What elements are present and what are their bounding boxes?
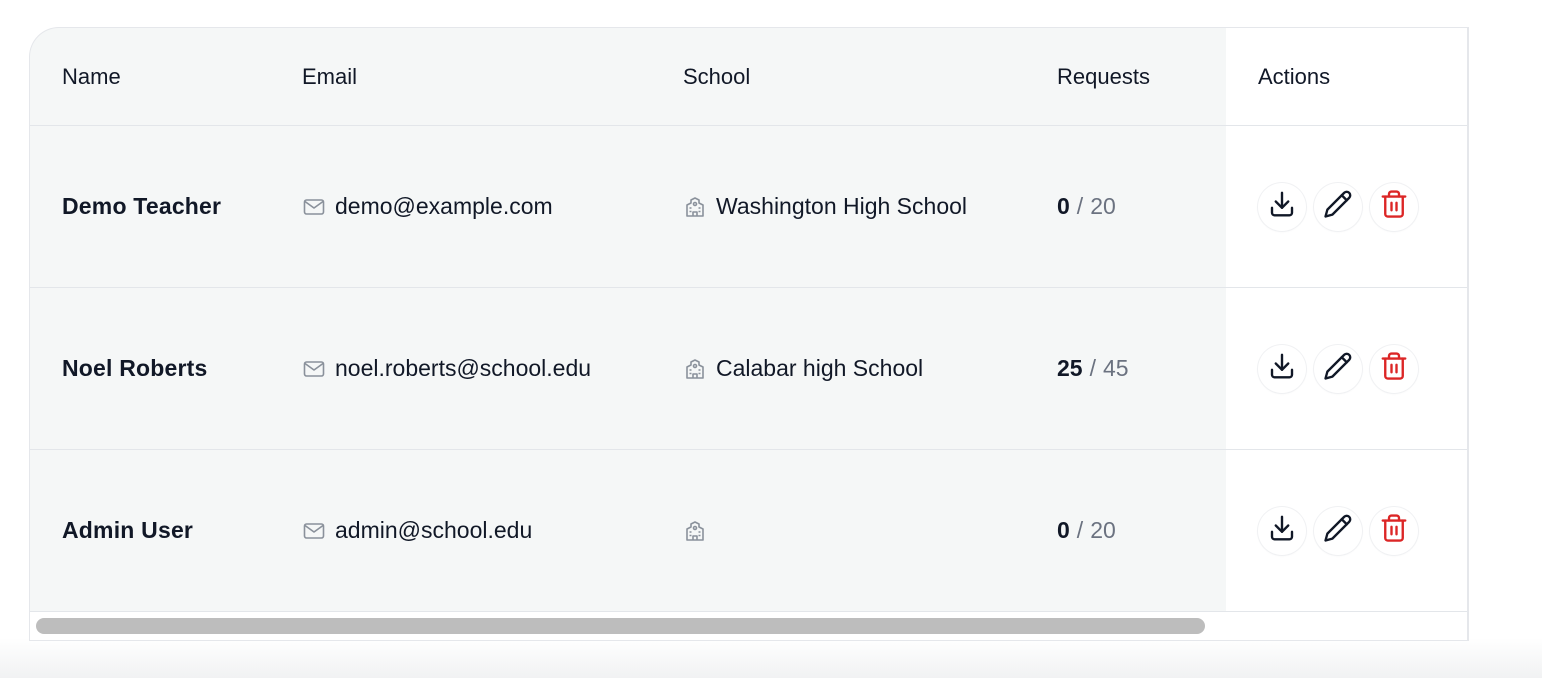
user-email: demo@example.com [335, 193, 553, 219]
download-button[interactable] [1258, 506, 1306, 555]
header-email: Email [302, 63, 358, 89]
requests-count: 0 / 20 [1057, 517, 1116, 543]
header-requests: Requests [1057, 63, 1150, 89]
download-button[interactable] [1258, 344, 1306, 393]
school-icon [683, 195, 707, 219]
download-icon [1267, 351, 1297, 387]
user-school: Washington High School [716, 193, 968, 219]
mail-icon [302, 519, 326, 543]
edit-pencil-icon [1323, 189, 1353, 225]
school-icon [683, 519, 707, 543]
edit-button[interactable] [1314, 182, 1362, 231]
header-name: Name [62, 63, 121, 89]
table-row: Demo Teacher demo@example.com Washington… [30, 126, 1467, 288]
table-header-row: Name Email School Requests Actions [30, 28, 1467, 126]
user-name: Admin User [62, 517, 194, 543]
requests-count: 0 / 20 [1057, 193, 1116, 219]
mail-icon [302, 357, 326, 381]
header-actions: Actions [1258, 63, 1331, 89]
edit-button[interactable] [1314, 344, 1362, 393]
scrollbar-thumb[interactable] [36, 618, 1205, 634]
requests-count: 25 / 45 [1057, 355, 1129, 381]
download-icon [1267, 189, 1297, 225]
school-icon [683, 357, 707, 381]
header-school: School [683, 63, 751, 89]
row-actions [1258, 126, 1426, 287]
edit-pencil-icon [1323, 351, 1353, 387]
download-button[interactable] [1258, 182, 1306, 231]
download-icon [1267, 513, 1297, 549]
delete-button[interactable] [1370, 182, 1418, 231]
page-bottom-shade [0, 638, 1542, 678]
table-row: Noel Roberts noel.roberts@school.edu Cal… [30, 288, 1467, 450]
row-actions [1258, 450, 1426, 611]
horizontal-scrollbar[interactable] [30, 612, 1467, 640]
user-email: admin@school.edu [335, 517, 533, 543]
user-name: Demo Teacher [62, 193, 222, 219]
user-name: Noel Roberts [62, 355, 208, 381]
users-table: Name Email School Requests Actions Demo … [29, 27, 1469, 641]
delete-trash-icon [1379, 189, 1409, 225]
edit-button[interactable] [1314, 506, 1362, 555]
user-email: noel.roberts@school.edu [335, 355, 592, 381]
table-row: Admin User admin@school.edu 0 / 20 [30, 450, 1467, 612]
user-school: Calabar high School [716, 355, 924, 381]
row-actions [1258, 288, 1426, 449]
delete-trash-icon [1379, 351, 1409, 387]
edit-pencil-icon [1323, 513, 1353, 549]
delete-trash-icon [1379, 513, 1409, 549]
delete-button[interactable] [1370, 506, 1418, 555]
delete-button[interactable] [1370, 344, 1418, 393]
mail-icon [302, 195, 326, 219]
